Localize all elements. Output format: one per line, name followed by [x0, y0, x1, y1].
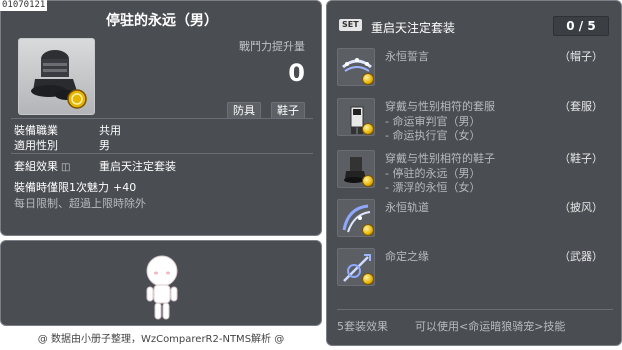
set-item-sub: - 漂浮的永恒（女） — [385, 181, 481, 194]
lock-icon: ◫ — [61, 162, 71, 173]
set-item-name: 穿戴与性别相符的鞋子 — [385, 152, 495, 165]
req-job-label: 裝備職業 — [14, 124, 58, 137]
power-label: 戰鬥力提升量 — [239, 40, 305, 53]
gold-coin-icon — [362, 273, 374, 285]
divider — [11, 118, 313, 119]
set-item-name: 穿戴与性别相符的套服 — [385, 100, 495, 113]
divider — [11, 153, 313, 154]
set-item-type: （帽子） — [559, 50, 603, 63]
star-hat-icon — [337, 48, 375, 86]
set-item: 穿戴与性别相符的套服 （套服） - 命运审判官（男） - 命运执行官（女） — [337, 98, 613, 146]
req-gender-value: 男 — [99, 139, 110, 152]
tag-armor: 防具 — [227, 102, 261, 119]
set-item: 永恒誓言 （帽子） — [337, 48, 613, 88]
set-tooltip: SET 重启天注定套装 0 / 5 永恒誓言 （帽子） 穿戴与性别相符的套服 （… — [326, 0, 622, 346]
item-icon-frame — [18, 38, 95, 115]
cape-icon — [337, 199, 375, 237]
set-item-name: 命定之缘 — [385, 250, 429, 263]
shoes-icon — [337, 150, 375, 188]
avatar-icon — [146, 255, 178, 320]
set-item-type: （武器） — [559, 250, 603, 263]
set-item-name: 永恒轨道 — [385, 201, 429, 214]
footer-credit: @ 数据由小册子整理，WzComparerR2-NTMS解析 @ — [37, 334, 285, 345]
set-count: 0 / 5 — [553, 16, 609, 36]
charm-bonus-value: +40 — [113, 181, 137, 194]
set-item-type: （套服） — [559, 100, 603, 113]
set-effect-value: 重启天注定套装 — [99, 160, 176, 173]
tag-shoes: 鞋子 — [271, 102, 305, 119]
set-item-sub: - 命运执行官（女） — [385, 129, 481, 142]
set-item-type: （鞋子） — [559, 152, 603, 165]
set-item-type: （披风） — [559, 201, 603, 214]
gold-coin-icon — [362, 73, 374, 85]
gold-coin-icon — [362, 123, 374, 135]
charm-bonus: 裝備時僅限1次魅力 +40 — [14, 179, 136, 195]
set-effect-text: 可以使用<命运暗狼骑宠>技能 — [415, 320, 566, 333]
gold-coin-icon — [362, 224, 374, 236]
set-name: 重启天注定套装 — [371, 21, 456, 35]
set-item: 命定之缘 （武器） — [337, 248, 613, 288]
req-gender-label: 適用性別 — [14, 139, 58, 152]
divider — [337, 309, 613, 310]
set-item: 永恒轨道 （披风） — [337, 199, 613, 239]
item-id: 01070121 — [0, 0, 48, 11]
weapon-icon — [337, 248, 375, 286]
gold-coin-icon — [362, 175, 374, 187]
set-effect-row: 套組效果 ◫ — [14, 158, 70, 174]
suit-icon — [337, 98, 375, 136]
item-title: 停驻的永远（男） — [106, 13, 218, 29]
item-tooltip: 停驻的永远（男） 戰鬥力提升量 0 防具 鞋子 裝備職業 共用 適用性別 男 套… — [0, 0, 322, 236]
avatar-preview-panel — [0, 240, 322, 326]
req-job-value: 共用 — [99, 124, 121, 137]
set-effect-label: 套組效果 — [14, 160, 58, 173]
set-item: 穿戴与性别相符的鞋子 （鞋子） - 停驻的永远（男） - 漂浮的永恒（女） — [337, 150, 613, 198]
power-value: 0 — [288, 59, 305, 87]
set-item-name: 永恒誓言 — [385, 50, 429, 63]
set-effect-tier-label: 5套装效果 — [337, 320, 388, 333]
set-badge: SET — [339, 19, 362, 31]
black-shoes-icon — [31, 50, 87, 109]
limit-text: 每日限制、超過上限時除外 — [14, 197, 146, 210]
charm-bonus-label: 裝備時僅限1次魅力 — [14, 181, 109, 194]
